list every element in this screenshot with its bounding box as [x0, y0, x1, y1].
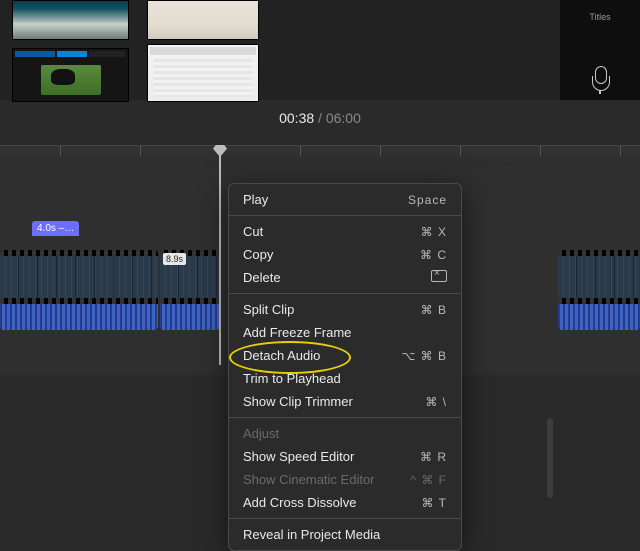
- timeline-clip[interactable]: [558, 250, 640, 330]
- timecode-display: 00:38 / 06:00: [0, 110, 640, 140]
- timecode-current: 00:38: [279, 110, 314, 126]
- menu-item-shortcut: ⌘ \: [425, 395, 447, 409]
- menu-item-cinematic: Show Cinematic Editor ^ ⌘ F: [229, 468, 461, 491]
- connected-clip-label: 4.0s –…: [37, 223, 74, 234]
- timecode-total: 06:00: [326, 110, 361, 126]
- menu-item-shortcut: ⌘ R: [420, 450, 447, 464]
- menu-item-label: Show Speed Editor: [243, 449, 354, 464]
- side-panel-label: Titles: [560, 12, 640, 22]
- menu-item-adjust: Adjust: [229, 422, 461, 445]
- menu-item-shortcut: ^ ⌘ F: [410, 473, 447, 487]
- menu-separator: [229, 518, 461, 519]
- menu-item-trim[interactable]: Trim to Playhead: [229, 367, 461, 390]
- menu-item-copy[interactable]: Copy ⌘ C: [229, 243, 461, 266]
- clip-duration-badge: 8.9s: [163, 253, 186, 265]
- menu-item-label: Show Clip Trimmer: [243, 394, 353, 409]
- timeline-ruler[interactable]: [0, 145, 640, 166]
- browser-thumbnail[interactable]: [12, 0, 129, 40]
- microphone-icon[interactable]: [592, 66, 608, 94]
- menu-item-trimmer[interactable]: Show Clip Trimmer ⌘ \: [229, 390, 461, 413]
- clip-trim-handle[interactable]: [547, 418, 553, 498]
- timeline-clip[interactable]: [0, 250, 158, 330]
- menu-item-label: Show Cinematic Editor: [243, 472, 375, 487]
- menu-item-shortcut: ⌘ B: [421, 303, 447, 317]
- menu-separator: [229, 417, 461, 418]
- menu-item-label: Split Clip: [243, 302, 294, 317]
- menu-item-label: Play: [243, 192, 268, 207]
- media-browser: Titles: [0, 0, 640, 100]
- menu-item-freeze[interactable]: Add Freeze Frame: [229, 321, 461, 344]
- menu-item-delete[interactable]: Delete: [229, 266, 461, 289]
- timecode-separator: /: [314, 110, 326, 126]
- menu-item-label: Cut: [243, 224, 263, 239]
- menu-item-cut[interactable]: Cut ⌘ X: [229, 220, 461, 243]
- menu-item-speed[interactable]: Show Speed Editor ⌘ R: [229, 445, 461, 468]
- connected-clip-chip[interactable]: 4.0s –…: [32, 221, 79, 236]
- menu-item-detach[interactable]: Detach Audio ⌥ ⌘ B: [229, 344, 461, 367]
- menu-item-shortcut: [431, 270, 447, 285]
- menu-separator: [229, 293, 461, 294]
- menu-item-label: Reveal in Project Media: [243, 527, 380, 542]
- browser-thumbnail[interactable]: [147, 0, 259, 40]
- menu-item-label: Add Cross Dissolve: [243, 495, 356, 510]
- menu-item-shortcut: ⌘ C: [420, 248, 447, 262]
- menu-item-play[interactable]: Play Space: [229, 188, 461, 211]
- menu-item-split[interactable]: Split Clip ⌘ B: [229, 298, 461, 321]
- side-panel: Titles: [560, 0, 640, 100]
- menu-separator: [229, 215, 461, 216]
- menu-item-shortcut: ⌥ ⌘ B: [402, 349, 448, 363]
- browser-thumbnail[interactable]: [12, 48, 129, 102]
- menu-item-label: Detach Audio: [243, 348, 320, 363]
- menu-item-shortcut: ⌘ X: [421, 225, 447, 239]
- menu-item-label: Trim to Playhead: [243, 371, 341, 386]
- menu-item-label: Add Freeze Frame: [243, 325, 351, 340]
- menu-item-label: Adjust: [243, 426, 279, 441]
- menu-item-shortcut: ⌘ T: [422, 496, 447, 510]
- browser-thumbnail[interactable]: [147, 44, 259, 102]
- menu-item-reveal[interactable]: Reveal in Project Media: [229, 523, 461, 546]
- menu-item-label: Delete: [243, 270, 281, 285]
- menu-item-dissolve[interactable]: Add Cross Dissolve ⌘ T: [229, 491, 461, 514]
- menu-item-shortcut: Space: [408, 193, 447, 207]
- timeline-clip-selected[interactable]: 8.9s: [160, 250, 220, 330]
- context-menu: Play Space Cut ⌘ X Copy ⌘ C Delete Split Clip ⌘ …: [228, 183, 462, 551]
- menu-item-label: Copy: [243, 247, 273, 262]
